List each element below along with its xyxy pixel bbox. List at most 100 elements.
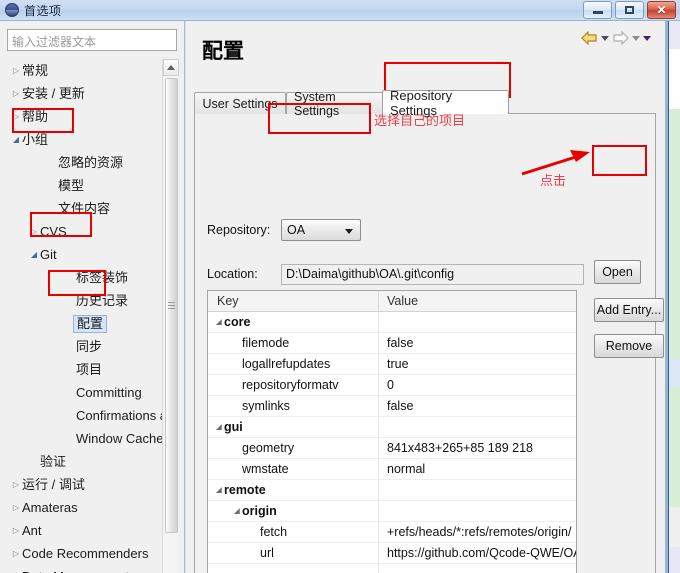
- cell-value: [379, 312, 576, 332]
- cell-value: [379, 417, 576, 437]
- sidebar-item-13[interactable]: 项目: [0, 358, 162, 381]
- chevron-right-icon[interactable]: ▷: [10, 480, 22, 489]
- location-field[interactable]: D:\Daima\github\OA\.git\config: [281, 264, 584, 285]
- cell-key-text: repositoryformatv: [242, 378, 339, 392]
- scrollbar-thumb[interactable]: [165, 78, 178, 533]
- table-row[interactable]: fetch +refs/heads/*:refs/remotes/origin/: [208, 522, 576, 543]
- sidebar-item-7[interactable]: ▷ CVS: [0, 220, 162, 243]
- tab-label: Repository Settings: [390, 87, 453, 118]
- maximize-button[interactable]: [615, 1, 644, 19]
- chevron-down-icon[interactable]: ◢: [232, 507, 242, 515]
- chevron-right-icon[interactable]: ▷: [10, 112, 22, 121]
- sidebar-item-22[interactable]: ▷Data Management: [0, 565, 162, 573]
- sidebar-item-6[interactable]: 文件内容: [0, 197, 162, 220]
- tab-system-settings[interactable]: System Settings: [286, 90, 384, 118]
- chevron-right-icon[interactable]: ▷: [10, 89, 22, 98]
- add-entry-button[interactable]: Add Entry...: [594, 298, 664, 322]
- table-row[interactable]: wmstate normal: [208, 459, 576, 480]
- sidebar-item-17[interactable]: 验证: [0, 450, 162, 473]
- remove-button[interactable]: Remove: [594, 334, 664, 358]
- chevron-right-icon[interactable]: ▷: [10, 526, 22, 535]
- table-row[interactable]: repositoryformatv 0: [208, 375, 576, 396]
- chevron-right-icon[interactable]: ▷: [10, 549, 22, 558]
- sidebar-item-5[interactable]: 模型: [0, 174, 162, 197]
- cell-key-text: core: [224, 315, 251, 329]
- minimize-button[interactable]: [583, 1, 612, 19]
- sidebar-item-16[interactable]: Window Cache: [0, 427, 162, 450]
- close-button[interactable]: ✕: [647, 1, 676, 19]
- sidebar-item-2[interactable]: ▷ 帮助: [0, 105, 162, 128]
- sidebar-item-12[interactable]: 同步: [0, 335, 162, 358]
- table-row[interactable]: [208, 564, 576, 573]
- sidebar-item-15[interactable]: Confirmations a: [0, 404, 162, 427]
- chevron-right-icon[interactable]: ▷: [28, 227, 40, 236]
- filter-input[interactable]: 输入过滤器文本: [7, 29, 177, 51]
- sidebar-item-19[interactable]: ▷ Amateras: [0, 496, 162, 519]
- table-row[interactable]: ◢ remote: [208, 480, 576, 501]
- sidebar-item-label: 配置: [73, 314, 108, 333]
- back-arrow-icon[interactable]: [581, 31, 598, 45]
- sidebar-item-4[interactable]: 忽略的资源: [0, 151, 162, 174]
- forward-arrow-icon[interactable]: [612, 31, 629, 45]
- chevron-down-icon[interactable]: ◢: [214, 423, 224, 431]
- tab-repository-settings[interactable]: Repository Settings: [382, 88, 509, 118]
- table-row[interactable]: filemode false: [208, 333, 576, 354]
- table-header: Key Value: [208, 291, 576, 312]
- window-title: 首选项: [24, 3, 62, 18]
- back-menu-chevron-down-icon[interactable]: [601, 35, 609, 41]
- sidebar-item-8[interactable]: ◢ Git: [0, 243, 162, 266]
- table-row[interactable]: ◢ gui: [208, 417, 576, 438]
- chevron-down-icon[interactable]: ◢: [10, 135, 22, 144]
- repository-label: Repository:: [207, 223, 271, 237]
- chevron-right-icon[interactable]: ▷: [10, 66, 22, 75]
- cell-key: logallrefupdates: [208, 354, 379, 374]
- sidebar-item-14[interactable]: Committing: [0, 381, 162, 404]
- sidebar-item-3[interactable]: ◢ 小组: [0, 128, 162, 151]
- cell-key-text: symlinks: [242, 399, 290, 413]
- forward-menu-chevron-down-icon[interactable]: [632, 35, 640, 41]
- chevron-down-icon[interactable]: ◢: [28, 250, 40, 259]
- sidebar-item-9[interactable]: 标签装饰: [0, 266, 162, 289]
- chevron-down-icon[interactable]: ◢: [214, 318, 224, 326]
- cell-key-text: gui: [224, 420, 243, 434]
- sidebar-item-1[interactable]: ▷ 安装 / 更新: [0, 82, 162, 105]
- sidebar-item-label: Window Cache: [76, 430, 162, 446]
- sidebar-item-18[interactable]: ▷ 运行 / 调试: [0, 473, 162, 496]
- cell-key-text: wmstate: [242, 462, 289, 476]
- table-row[interactable]: logallrefupdates true: [208, 354, 576, 375]
- tab-user-settings[interactable]: User Settings: [194, 92, 286, 114]
- cell-key: ◢ core: [208, 312, 379, 332]
- cell-key: wmstate: [208, 459, 379, 479]
- chevron-down-icon[interactable]: ◢: [214, 486, 224, 494]
- sidebar-item-label: 项目: [76, 361, 103, 377]
- repository-select[interactable]: OA: [281, 219, 361, 241]
- cell-value: normal: [387, 462, 426, 476]
- sidebar-item-20[interactable]: ▷ Ant: [0, 519, 162, 542]
- sidebar-scrollbar[interactable]: [162, 59, 179, 573]
- table-row[interactable]: geometry 841x483+265+85 189 218: [208, 438, 576, 459]
- column-header-value: Value: [387, 294, 419, 308]
- tab-label: User Settings: [202, 96, 278, 111]
- desktop-background: [665, 21, 680, 573]
- scroll-up-button[interactable]: [163, 59, 179, 76]
- chevron-right-icon[interactable]: ▷: [10, 503, 22, 512]
- overflow-menu-chevron-down-icon[interactable]: [643, 35, 651, 41]
- settings-tabs[interactable]: User Settings System Settings Repository S…: [194, 88, 656, 118]
- sidebar-item-21[interactable]: ▷ Code Recommenders: [0, 542, 162, 565]
- sidebar-item-10[interactable]: 历史记录: [0, 289, 162, 312]
- open-button[interactable]: Open: [594, 260, 641, 284]
- sidebar-item-0[interactable]: ▷ 常规: [0, 59, 162, 82]
- config-table[interactable]: Key Value ◢ core filemode false logallrefu…: [207, 290, 577, 573]
- table-row[interactable]: ◢ core: [208, 312, 576, 333]
- cell-key: ◢ origin: [208, 501, 379, 521]
- table-row[interactable]: symlinks false: [208, 396, 576, 417]
- sidebar-item-11[interactable]: 配置: [0, 312, 162, 335]
- preferences-tree[interactable]: ▷ 常规 ▷ 安装 / 更新 ▷ 帮助 ◢ 小组 忽略的资源 模型 文件内容 ▷ CVS ◢ Git …: [0, 59, 162, 573]
- window-controls: ✕: [583, 1, 676, 19]
- table-row[interactable]: url https://github.com/Qcode-QWE/OA: [208, 543, 576, 564]
- table-row[interactable]: ◢ origin: [208, 501, 576, 522]
